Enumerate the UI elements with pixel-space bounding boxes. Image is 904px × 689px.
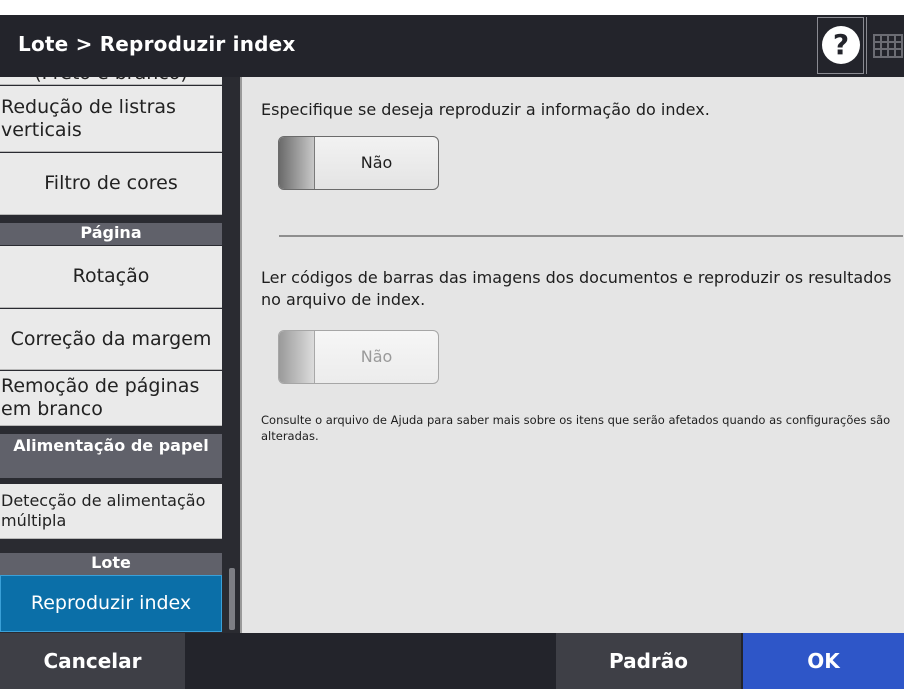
toggle-knob bbox=[279, 137, 315, 189]
cancel-button[interactable]: Cancelar bbox=[0, 633, 185, 689]
sidebar-item-label: Remoção de páginas em branco bbox=[1, 375, 200, 420]
sidebar-item-partial[interactable]: (Preto e branco) bbox=[0, 77, 222, 85]
section-divider bbox=[279, 235, 903, 237]
barcode-output-toggle[interactable]: Não bbox=[278, 330, 439, 384]
help-note: Consulte o arquivo de Ajuda para saber m… bbox=[261, 413, 891, 443]
ok-button[interactable]: OK bbox=[743, 633, 904, 689]
sidebar-item-label: (Preto e branco) bbox=[34, 77, 188, 85]
sidebar-item-rotation[interactable]: Rotação bbox=[0, 246, 222, 308]
sidebar-item-label: Correção da margem bbox=[10, 327, 212, 350]
output-index-description: Especifique se deseja reproduzir a infor… bbox=[261, 100, 710, 119]
keyboard-icon bbox=[873, 34, 903, 58]
barcode-output-description: Ler códigos de barras das imagens dos do… bbox=[261, 268, 892, 309]
sidebar-scrollbar[interactable] bbox=[229, 568, 235, 630]
sidebar-item-label: Rotação bbox=[72, 265, 150, 287]
settings-panel: Especifique se deseja reproduzir a infor… bbox=[240, 77, 904, 633]
sidebar-item-label: Detecção de alimentação múltipla bbox=[1, 491, 206, 530]
sidebar-item-blank-page-removal[interactable]: Remoção de páginas em branco bbox=[0, 371, 222, 426]
settings-sidebar: (Preto e branco) Redução de listras vert… bbox=[0, 77, 240, 633]
help-icon: ? bbox=[822, 26, 860, 64]
sidebar-item-label: Redução de listras verticais bbox=[1, 95, 176, 141]
toggle-label: Não bbox=[360, 347, 393, 366]
toggle-label: Não bbox=[360, 153, 393, 172]
sidebar-item-label: Filtro de cores bbox=[44, 172, 178, 194]
sidebar-item-vertical-streaks[interactable]: Redução de listras verticais bbox=[0, 86, 222, 152]
sidebar-item-multifeed-detection[interactable]: Detecção de alimentação múltipla bbox=[0, 484, 222, 539]
default-button[interactable]: Padrão bbox=[556, 633, 741, 689]
sidebar-item-label: Reproduzir index bbox=[30, 592, 192, 614]
sidebar-item-color-filter[interactable]: Filtro de cores bbox=[0, 153, 222, 215]
sidebar-section-lote: Lote bbox=[0, 553, 222, 575]
help-button[interactable]: ? bbox=[817, 17, 864, 74]
output-index-toggle[interactable]: Não bbox=[278, 136, 439, 190]
action-bar: Cancelar Padrão OK bbox=[0, 633, 904, 689]
sidebar-item-margin-correction[interactable]: Correção da margem bbox=[0, 309, 222, 370]
sidebar-item-reproduzir-index[interactable]: Reproduzir index bbox=[0, 575, 222, 632]
title-bar: Lote > Reproduzir index ? bbox=[0, 15, 904, 77]
keyboard-button[interactable] bbox=[866, 17, 904, 74]
sidebar-section-pagina: Página bbox=[0, 223, 222, 245]
sidebar-section-alimentacao: Alimentação de papel bbox=[0, 434, 222, 478]
page-title: Lote > Reproduzir index bbox=[18, 32, 296, 56]
toggle-knob bbox=[279, 331, 315, 383]
